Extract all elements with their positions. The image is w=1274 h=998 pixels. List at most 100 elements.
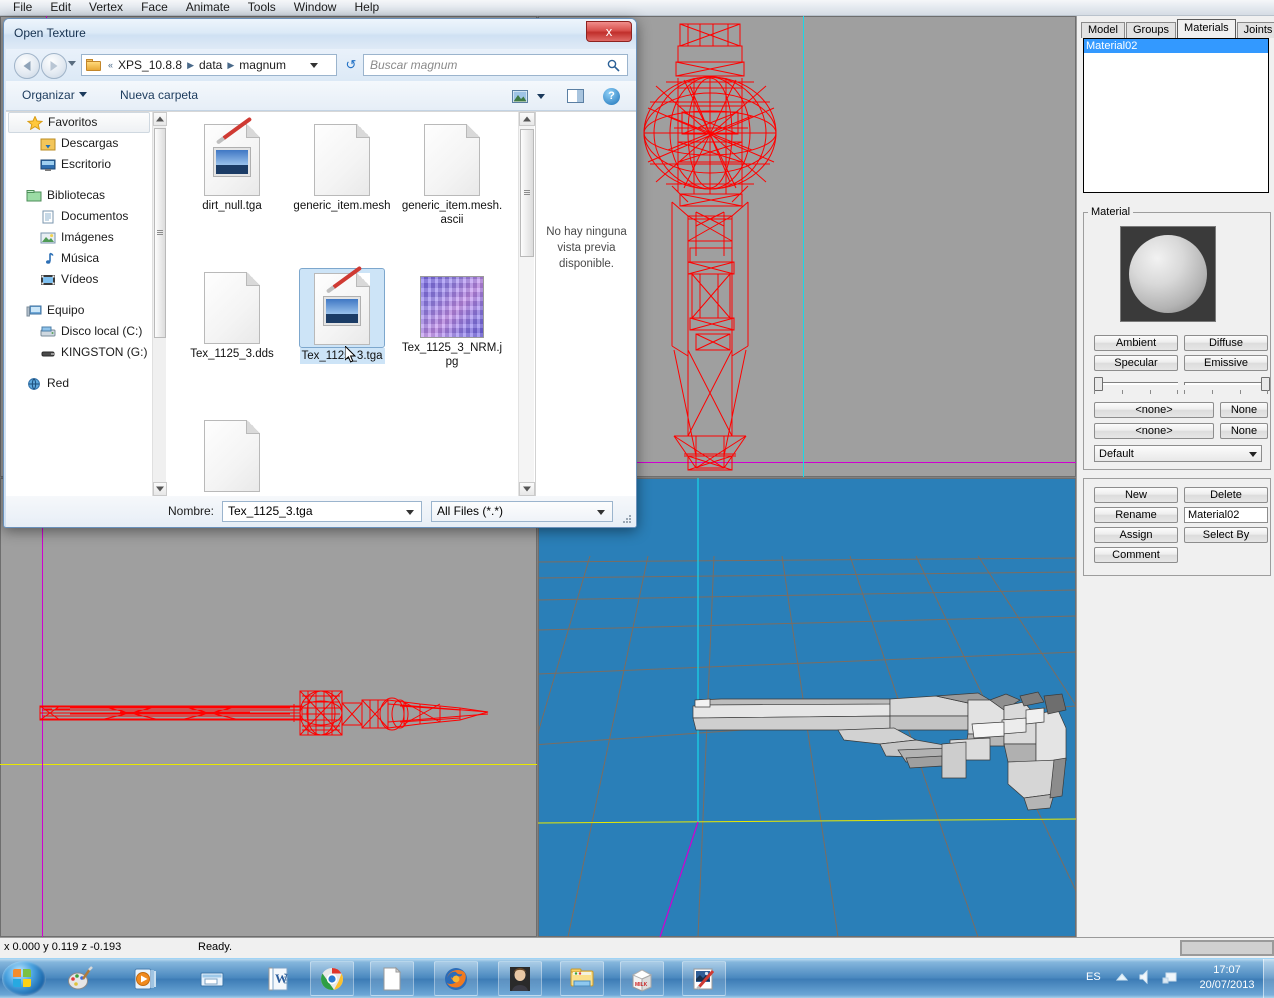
chevron-down-icon[interactable] [406, 510, 414, 515]
filename-input[interactable]: Tex_1125_3.tga [222, 501, 422, 522]
sidebar-item-musica[interactable]: Música [6, 248, 152, 269]
file-item[interactable] [177, 416, 287, 496]
sidebar-item-bibliotecas[interactable]: Bibliotecas [6, 185, 152, 206]
menu-animate[interactable]: Animate [177, 0, 239, 15]
filetype-select[interactable]: All Files (*.*) [431, 501, 613, 522]
breadcrumb[interactable]: « XPS_10.8.8 ▶ data ▶ magnum [81, 54, 337, 76]
sidebar-item-videos[interactable]: Vídeos [6, 269, 152, 290]
taskbar-explorer-button[interactable] [560, 961, 604, 996]
select-by-button[interactable]: Select By [1184, 527, 1268, 543]
file-item[interactable]: generic_item.mesh [287, 120, 397, 268]
dialog-titlebar[interactable]: Open Texture x [4, 19, 636, 49]
chevron-down-icon[interactable] [310, 63, 318, 68]
diffuse-button[interactable]: Diffuse [1184, 335, 1268, 351]
breadcrumb-item-root[interactable]: XPS_10.8.8 [116, 58, 184, 72]
shader-select[interactable]: Default [1094, 445, 1262, 462]
forward-button[interactable] [41, 53, 67, 79]
filelist-scrollbar[interactable] [518, 112, 535, 496]
assign-button[interactable]: Assign [1094, 527, 1178, 543]
help-icon[interactable]: ? [603, 88, 620, 105]
diffuse-texture-none-button[interactable]: None [1220, 402, 1268, 418]
sidebar-item-equipo[interactable]: Equipo [6, 300, 152, 321]
tab-joints[interactable]: Joints [1236, 22, 1274, 38]
chevron-down-icon[interactable] [537, 94, 545, 99]
tab-groups[interactable]: Groups [1125, 22, 1177, 38]
sidebar-item-kingston-g[interactable]: KINGSTON (G:) [6, 342, 152, 363]
file-item[interactable]: dirt_null.tga [177, 116, 287, 268]
preview-pane-icon[interactable] [567, 89, 584, 103]
scrollbar-thumb[interactable] [1181, 941, 1273, 955]
history-dropdown-icon[interactable] [68, 61, 76, 66]
alpha-texture-path-button[interactable]: <none> [1094, 423, 1214, 439]
scroll-up-arrow[interactable] [519, 112, 535, 126]
menu-face[interactable]: Face [132, 0, 177, 15]
scroll-down-arrow[interactable] [519, 482, 535, 496]
alpha-texture-none-button[interactable]: None [1220, 423, 1268, 439]
sidebar-item-escritorio[interactable]: Escritorio [6, 154, 152, 175]
file-item[interactable]: generic_item.mesh.ascii [397, 120, 507, 268]
file-item[interactable]: Tex_1125_3.dds [177, 268, 287, 416]
search-input[interactable]: Buscar magnum [363, 54, 628, 76]
diffuse-texture-path-button[interactable]: <none> [1094, 402, 1214, 418]
language-indicator[interactable]: ES [1086, 971, 1101, 983]
menu-tools[interactable]: Tools [239, 0, 285, 15]
viewport-side-wireframe[interactable] [0, 478, 537, 937]
new-folder-button[interactable]: Nueva carpeta [120, 88, 198, 102]
scrollbar-thumb[interactable] [154, 128, 166, 338]
taskbar-milk-box-button[interactable]: MILK [620, 961, 664, 996]
sidebar-item-descargas[interactable]: Descargas [6, 133, 152, 154]
transparency-slider[interactable] [1184, 376, 1270, 394]
show-hidden-icons-icon[interactable] [1116, 973, 1128, 981]
taskbar-media-player-button[interactable] [124, 961, 168, 996]
view-mode-icon[interactable] [512, 90, 528, 103]
navpane-scrollbar[interactable] [152, 112, 167, 496]
ambient-button[interactable]: Ambient [1094, 335, 1178, 351]
tab-model[interactable]: Model [1081, 22, 1125, 38]
file-item-selected[interactable]: Tex_1125_3.tga [287, 265, 397, 416]
scroll-down-arrow[interactable] [153, 482, 167, 496]
refresh-icon[interactable]: ↺ [343, 57, 359, 73]
organize-button[interactable]: Organizar [22, 88, 87, 102]
close-icon[interactable]: x [586, 21, 632, 42]
breadcrumb-overflow[interactable]: « [105, 60, 116, 70]
viewport-perspective-3d[interactable] [538, 478, 1076, 937]
scroll-up-arrow[interactable] [153, 112, 167, 126]
file-item[interactable]: Tex_1125_3_NRM.jpg [397, 268, 507, 416]
taskbar-window-button[interactable] [190, 961, 234, 996]
horizontal-scrollbar[interactable] [1180, 940, 1274, 956]
chevron-down-icon[interactable] [597, 510, 605, 515]
tab-materials[interactable]: Materials [1177, 19, 1236, 38]
menu-window[interactable]: Window [285, 0, 346, 15]
taskbar-firefox-button[interactable] [434, 961, 478, 996]
start-orb[interactable] [2, 961, 46, 996]
material-name-field[interactable]: Material02 [1184, 507, 1268, 523]
list-item[interactable]: Material02 [1084, 39, 1268, 53]
menu-edit[interactable]: Edit [41, 0, 80, 15]
show-desktop-button[interactable] [1263, 959, 1274, 998]
file-list[interactable]: dirt_null.tga generic_item.mesh generic_… [167, 112, 518, 496]
emissive-button[interactable]: Emissive [1184, 355, 1268, 371]
menu-help[interactable]: Help [345, 0, 388, 15]
sidebar-item-red[interactable]: Red [6, 373, 152, 394]
delete-button[interactable]: Delete [1184, 487, 1268, 503]
breadcrumb-item-data[interactable]: data [197, 58, 224, 72]
specular-button[interactable]: Specular [1094, 355, 1178, 371]
menu-file[interactable]: File [4, 0, 41, 15]
volume-icon[interactable] [1138, 969, 1154, 985]
sidebar-item-documentos[interactable]: Documentos [6, 206, 152, 227]
taskbar-paint-button[interactable] [58, 961, 102, 996]
new-button[interactable]: New [1094, 487, 1178, 503]
shininess-slider[interactable] [1094, 376, 1178, 394]
taskbar-chrome-button[interactable] [310, 961, 354, 996]
back-button[interactable] [14, 53, 40, 79]
materials-list[interactable]: Material02 [1083, 38, 1269, 193]
breadcrumb-item-magnum[interactable]: magnum [237, 58, 288, 72]
taskbar-document-button[interactable] [370, 961, 414, 996]
menu-vertex[interactable]: Vertex [80, 0, 132, 15]
taskbar-image-editor-button[interactable] [682, 961, 726, 996]
taskbar-clock[interactable]: 17:07 20/07/2013 [1188, 963, 1266, 993]
sidebar-item-disco-local-c[interactable]: Disco local (C:) [6, 321, 152, 342]
taskbar-photo-button[interactable] [498, 961, 542, 996]
taskbar-word-button[interactable]: W [256, 961, 300, 996]
comment-button[interactable]: Comment [1094, 547, 1178, 563]
